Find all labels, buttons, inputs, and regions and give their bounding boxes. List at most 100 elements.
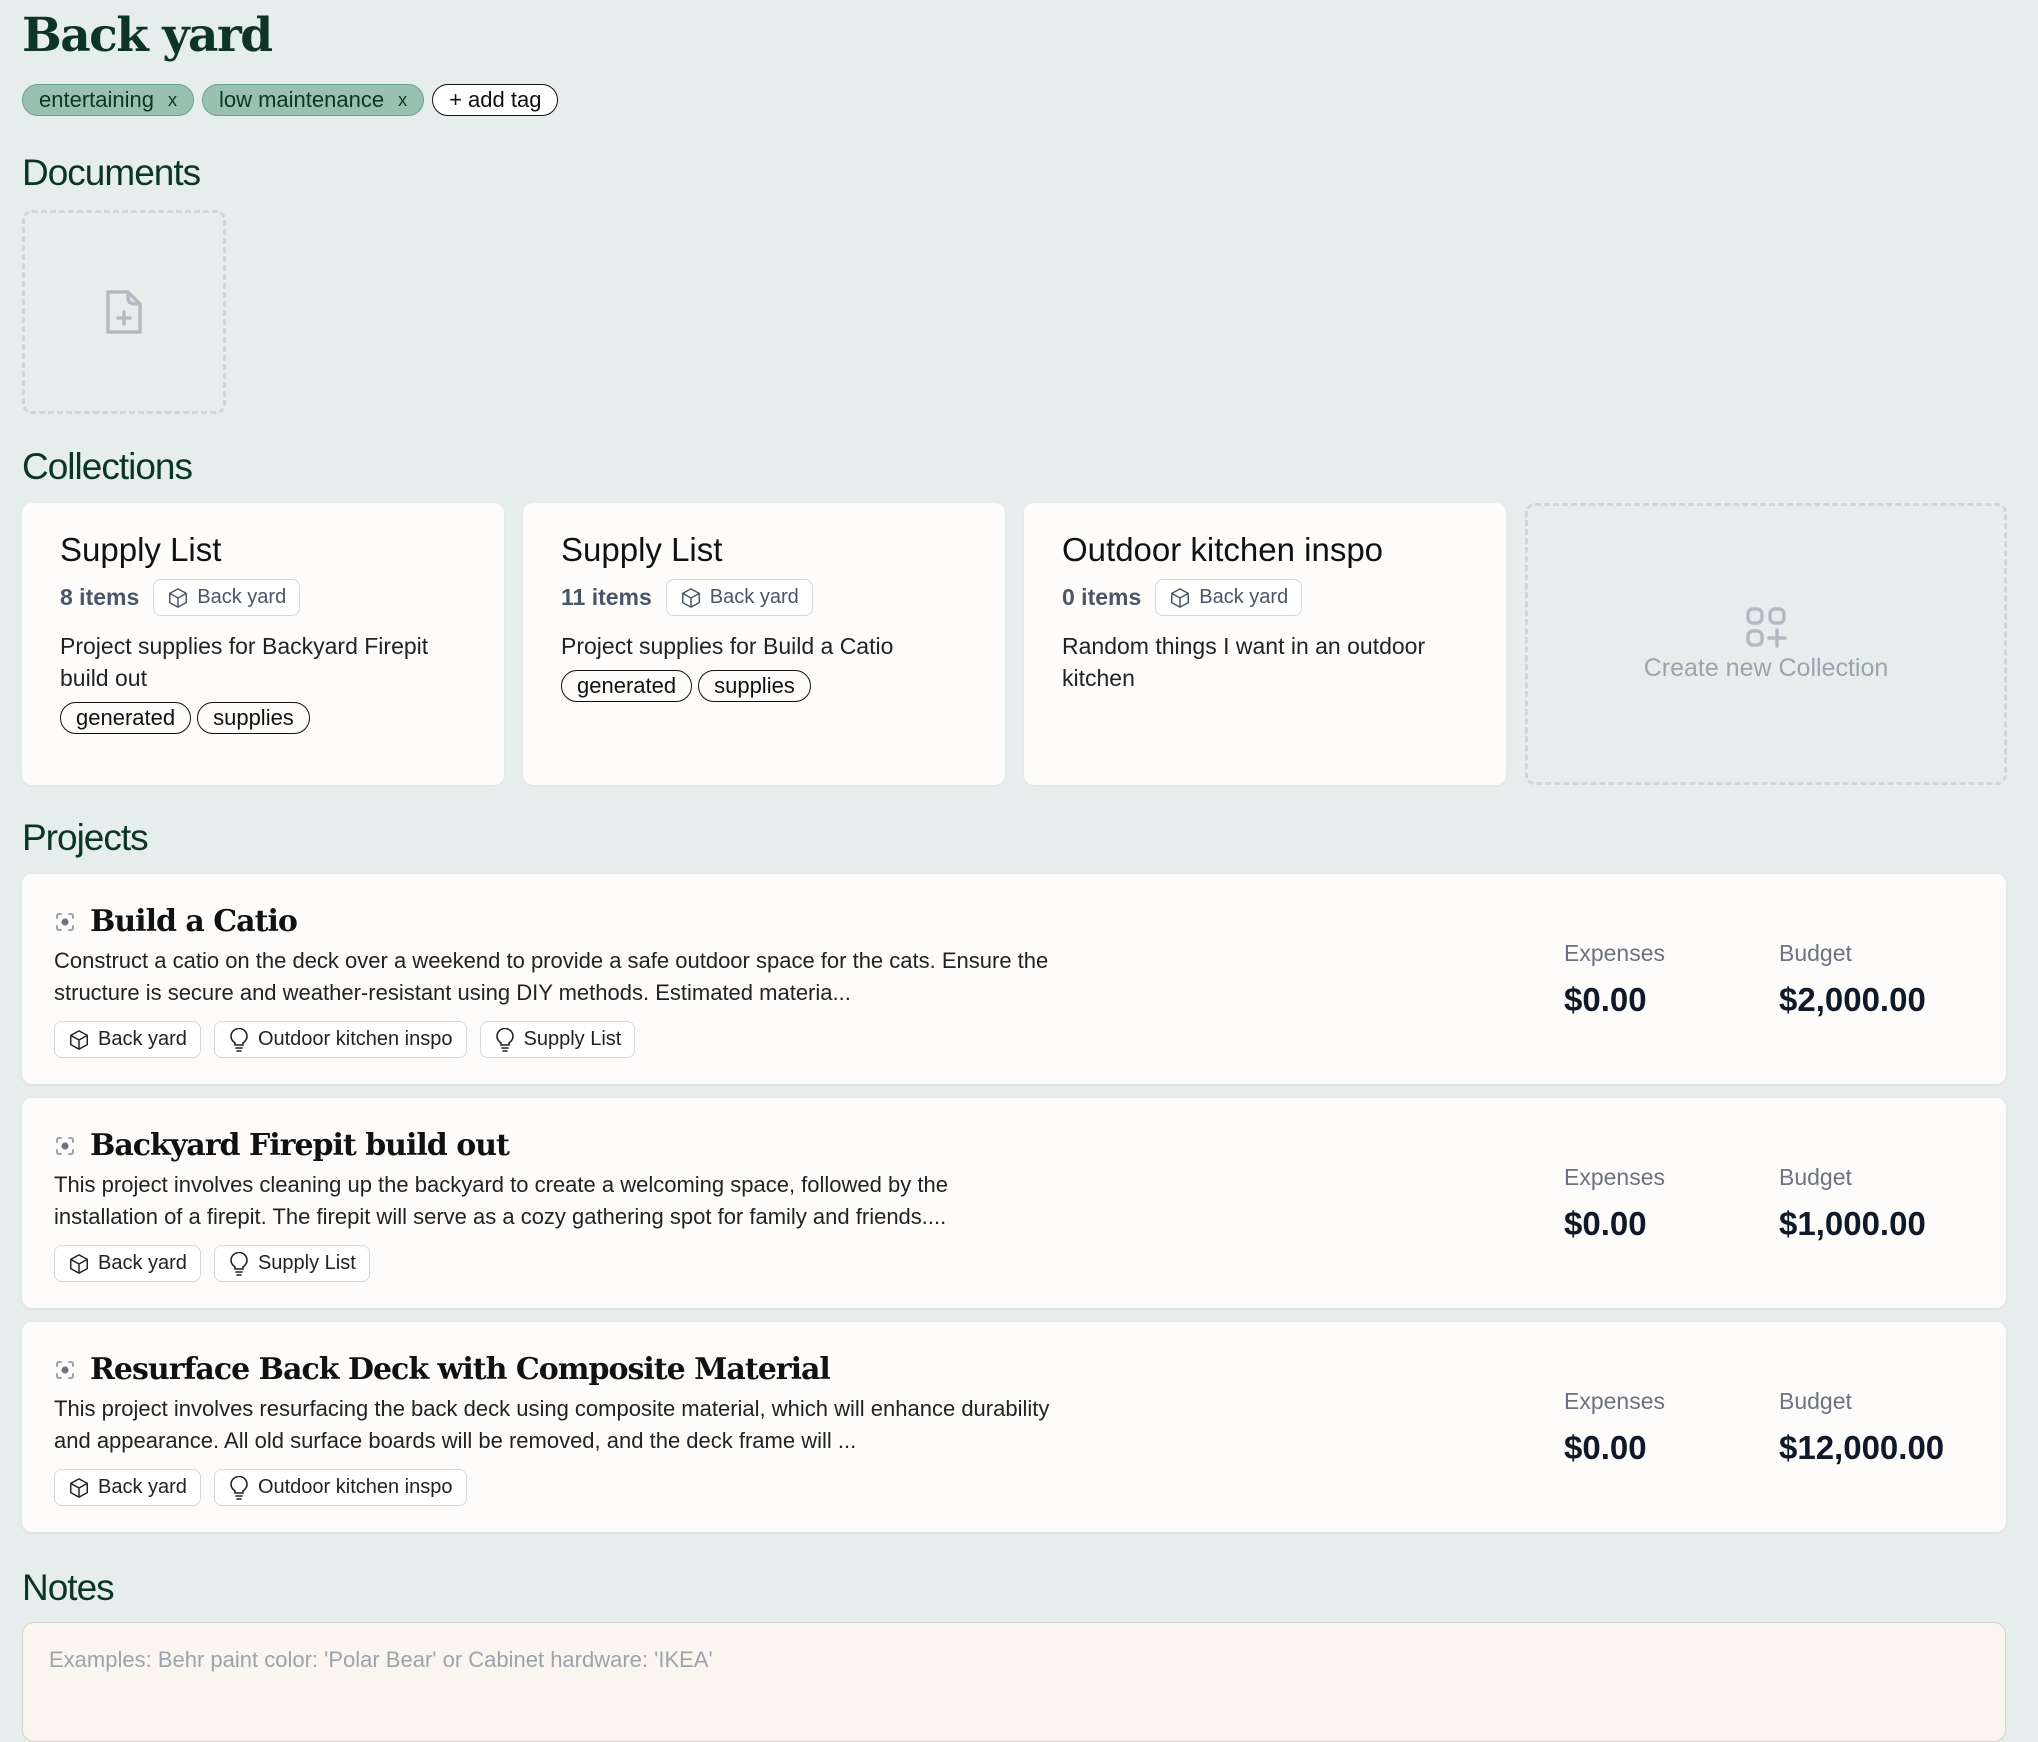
expenses-stat: Expenses $0.00 [1564, 940, 1665, 1019]
chip-label: Supply List [523, 1028, 622, 1050]
file-plus-icon [106, 290, 142, 334]
collection-card[interactable]: Supply List 8 items Back yard Project su… [22, 503, 504, 785]
cube-icon [169, 587, 188, 608]
chip-label: Back yard [98, 1476, 187, 1498]
project-link-chip[interactable]: Supply List [479, 1021, 636, 1058]
lightbulb-icon [228, 1251, 250, 1276]
add-document-button[interactable] [22, 210, 226, 414]
project-link-chip[interactable]: Back yard [54, 1021, 201, 1058]
project-name[interactable]: Resurface Back Deck with Composite Mater… [90, 1352, 831, 1387]
expenses-label: Expenses [1564, 1164, 1666, 1190]
tag-low-maintenance[interactable]: low maintenance x [201, 84, 425, 116]
project-description: This project involves cleaning up the ba… [54, 1172, 948, 1229]
project-link-chip[interactable]: Back yard [54, 1245, 201, 1282]
project-name[interactable]: Build a Catio [90, 904, 298, 939]
tag-label: low maintenance [218, 87, 385, 112]
item-count: 0 items [1062, 584, 1142, 610]
project-links: Back yard Supply List [54, 1245, 1974, 1282]
chip-label: Outdoor kitchen inspo [257, 1476, 453, 1498]
space-label: Back yard [709, 586, 799, 608]
project-links: Back yard Outdoor kitchen inspo Supply Lis… [54, 1021, 1974, 1058]
project-list: Build a Catio Construct a catio on the d… [22, 874, 2006, 1546]
expenses-value: $0.00 [1564, 1205, 1647, 1242]
budget-stat: Budget $2,000.00 [1779, 940, 1926, 1019]
budget-stat: Budget $1,000.00 [1779, 1164, 1926, 1243]
project-description: This project involves resurfacing the ba… [54, 1396, 1050, 1453]
status-icon [56, 912, 74, 931]
expenses-label: Expenses [1564, 940, 1666, 966]
project-card[interactable]: Backyard Firepit build out This project … [22, 1098, 2006, 1308]
expenses-value: $0.00 [1564, 1429, 1647, 1466]
lightbulb-icon [494, 1027, 516, 1052]
cube-icon [68, 1253, 90, 1275]
notes-input[interactable] [22, 1622, 2006, 1742]
tag-entertaining[interactable]: entertaining x [22, 84, 194, 116]
grid-plus-icon [1746, 606, 1787, 648]
budget-value: $1,000.00 [1779, 1205, 1926, 1242]
project-link-chip[interactable]: Supply List [213, 1245, 370, 1282]
collection-card[interactable]: Supply List 11 items Back yard Project s… [523, 503, 1005, 785]
chip-label: Outdoor kitchen inspo [257, 1028, 453, 1050]
budget-value: $2,000.00 [1779, 981, 1926, 1018]
space-chip[interactable]: Back yard [1155, 579, 1303, 616]
remove-tag-icon[interactable]: x [168, 90, 177, 111]
budget-label: Budget [1779, 940, 1852, 966]
budget-stat: Budget $12,000.00 [1779, 1388, 1944, 1467]
collection-tag: generated [60, 702, 192, 734]
project-card[interactable]: Build a Catio Construct a catio on the d… [22, 874, 2006, 1084]
tag-label: entertaining [39, 87, 154, 112]
create-collection-button[interactable]: Create new Collection [1525, 503, 2007, 785]
documents-heading: Documents [22, 152, 201, 193]
chip-label: Back yard [98, 1028, 187, 1050]
lightbulb-icon [228, 1475, 250, 1500]
cube-icon [68, 1477, 90, 1499]
project-link-chip[interactable]: Outdoor kitchen inspo [213, 1021, 467, 1058]
collection-tag: supplies [698, 670, 811, 702]
notes-heading: Notes [22, 1567, 115, 1608]
lightbulb-icon [228, 1027, 250, 1052]
status-icon [56, 1136, 74, 1155]
expenses-stat: Expenses $0.00 [1564, 1164, 1665, 1243]
tag-list: entertaining x low maintenance x + add t… [22, 84, 559, 116]
status-icon [56, 1360, 74, 1379]
cube-icon [68, 1029, 90, 1051]
projects-heading: Projects [22, 817, 149, 858]
budget-label: Budget [1779, 1388, 1852, 1414]
cube-icon [1171, 587, 1190, 608]
space-label: Back yard [1199, 586, 1289, 608]
collection-tag: generated [561, 670, 693, 702]
collection-description: Project supplies for Backyard Firepit bu… [60, 633, 429, 691]
item-count: 8 items [60, 584, 140, 610]
expenses-label: Expenses [1564, 1388, 1666, 1414]
collection-description: Project supplies for Build a Catio [561, 633, 894, 659]
remove-tag-icon[interactable]: x [398, 90, 407, 111]
space-chip[interactable]: Back yard [665, 579, 813, 616]
budget-value: $12,000.00 [1779, 1429, 1945, 1466]
collection-description: Random things I want in an outdoor kitch… [1062, 633, 1426, 691]
chip-label: Back yard [98, 1252, 187, 1274]
budget-label: Budget [1779, 1164, 1852, 1190]
project-name[interactable]: Backyard Firepit build out [90, 1128, 510, 1163]
chip-label: Supply List [257, 1252, 356, 1274]
project-link-chip[interactable]: Outdoor kitchen inspo [213, 1469, 467, 1506]
create-collection-label: Create new Collection [1643, 653, 1889, 682]
space-label: Back yard [197, 586, 287, 608]
project-description: Construct a catio on the deck over a wee… [54, 948, 1049, 1005]
collection-name: Outdoor kitchen inspo [1062, 531, 1384, 568]
project-links: Back yard Outdoor kitchen inspo [54, 1469, 1974, 1506]
collection-name: Supply List [60, 531, 222, 568]
cube-icon [681, 587, 700, 608]
project-link-chip[interactable]: Back yard [54, 1469, 201, 1506]
expenses-value: $0.00 [1564, 981, 1647, 1018]
collections-heading: Collections [22, 446, 193, 487]
collection-tag: supplies [197, 702, 310, 734]
page-title: Back yard [22, 8, 273, 63]
collection-card[interactable]: Outdoor kitchen inspo 0 items Back yard … [1024, 503, 1506, 785]
space-chip[interactable]: Back yard [153, 579, 301, 616]
expenses-stat: Expenses $0.00 [1564, 1388, 1665, 1467]
collections-grid: Supply List 8 items Back yard Project su… [22, 503, 2007, 785]
add-tag-button[interactable]: + add tag [432, 84, 559, 116]
item-count: 11 items [561, 584, 652, 610]
collection-name: Supply List [561, 531, 723, 568]
project-card[interactable]: Resurface Back Deck with Composite Mater… [22, 1322, 2006, 1532]
